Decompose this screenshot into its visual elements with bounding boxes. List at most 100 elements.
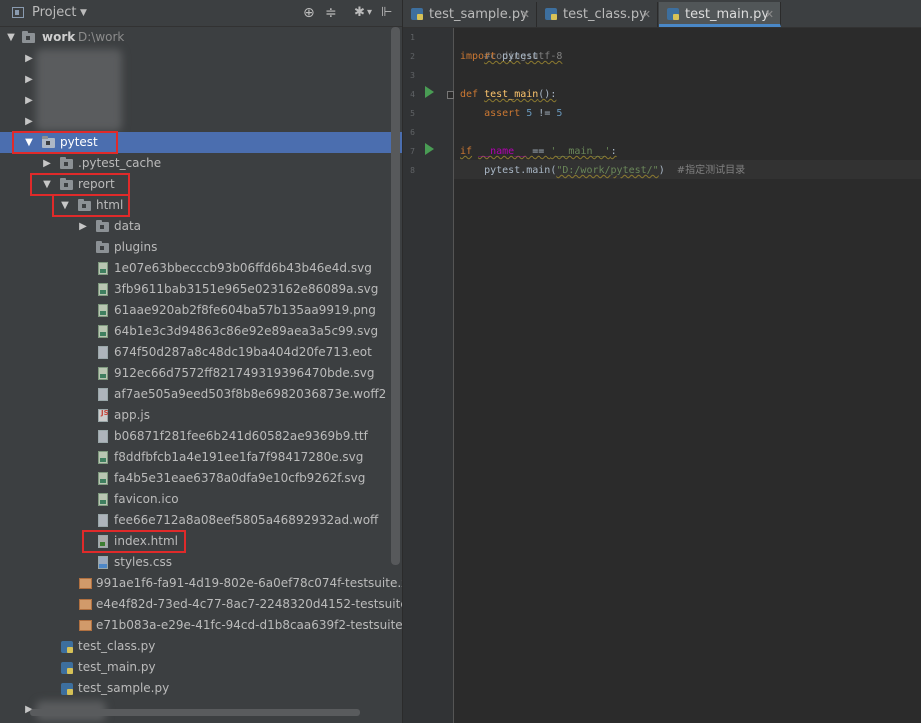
tree-file-py[interactable]: test_sample.py [0, 678, 402, 699]
tree-file[interactable]: 912ec66d7572ff821749319396470bde.svg [0, 363, 402, 384]
file-name: f8ddfbfcb1a4e191ee1fa7f98417280e.svg [114, 450, 364, 464]
file-name: 991ae1f6-fa91-4d19-802e-6a0ef78c074f-tes… [96, 576, 403, 590]
code-text: != [532, 108, 557, 119]
svg-file-icon [98, 283, 108, 296]
tree-file[interactable]: b06871f281fee6b241d60582ae9369b9.ttf [0, 426, 402, 447]
line-number: 3 [410, 71, 415, 80]
redacted-area [36, 49, 122, 131]
file-name: e71b083a-e29e-41fc-94cd-d1b8caa639f2-tes… [96, 618, 403, 632]
tree-file-py[interactable]: test_class.py [0, 636, 402, 657]
tree-file-xml[interactable]: e71b083a-e29e-41fc-94cd-d1b8caa639f2-tes… [0, 615, 402, 636]
xml-file-icon [79, 620, 92, 631]
expand-arrow-icon[interactable]: ▶ [24, 90, 34, 111]
code-text: (): [538, 89, 557, 100]
close-icon[interactable]: ✕ [642, 2, 651, 27]
file-name: test_main.py [78, 660, 156, 674]
fold-icon[interactable] [447, 91, 454, 99]
folder-name: plugins [114, 240, 158, 254]
image-file-icon [98, 304, 108, 317]
code-keyword: assert [484, 108, 521, 119]
file-name: test_sample.py [78, 681, 170, 695]
file-name: 674f50d287a8c48dc19ba404d20fe713.eot [114, 345, 372, 359]
tree-file[interactable]: af7ae505a9eed503f8b8e6982036873e.woff2 [0, 384, 402, 405]
vertical-scrollbar[interactable] [391, 27, 400, 565]
code-string: '__main__' [550, 146, 611, 157]
run-icon[interactable] [425, 143, 434, 155]
expand-arrow-icon[interactable]: ▶ [42, 153, 52, 174]
close-icon[interactable]: ✕ [765, 2, 774, 27]
folder-name: .pytest_cache [78, 156, 162, 170]
code-keyword: import [460, 51, 497, 62]
tree-file[interactable]: 3fb9611bab3151e965e023162e86089a.svg [0, 279, 402, 300]
python-file-icon [61, 683, 73, 695]
python-file-icon [411, 8, 423, 20]
css-file-icon [98, 556, 108, 569]
tab-label: test_class.py [563, 7, 647, 22]
gear-dropdown-icon[interactable]: ▾ [367, 0, 372, 26]
run-icon[interactable] [425, 86, 434, 98]
file-name: fee66e712a8a08eef5805a46892932ad.woff [114, 513, 379, 527]
tab-test-class[interactable]: test_class.py ✕ [537, 2, 658, 27]
file-name: app.js [114, 408, 150, 422]
tree-file[interactable]: favicon.ico [0, 489, 402, 510]
tree-folder-plugins[interactable]: plugins [0, 237, 402, 258]
horizontal-scrollbar[interactable] [30, 709, 360, 716]
tree-file[interactable]: 1e07e63bbecccb93b06ffd6b43b46e4d.svg [0, 258, 402, 279]
tree-file[interactable]: f8ddfbfcb1a4e191ee1fa7f98417280e.svg [0, 447, 402, 468]
python-file-icon [61, 641, 73, 653]
python-file-icon [667, 8, 679, 20]
project-view-title[interactable]: Project [32, 0, 76, 26]
tree-file-xml[interactable]: e4e4f82d-73ed-4c77-8ac7-2248320d4152-tes… [0, 594, 402, 615]
tree-file[interactable]: 674f50d287a8c48dc19ba404d20fe713.eot [0, 342, 402, 363]
folder-icon [96, 241, 109, 253]
tree-file[interactable]: 61aae920ab2f8fe604ba57b135aa9919.png [0, 300, 402, 321]
tree-file[interactable]: styles.css [0, 552, 402, 573]
expand-arrow-icon[interactable]: ▶ [24, 69, 34, 90]
tree-file-py[interactable]: test_main.py [0, 657, 402, 678]
project-view-dropdown-icon[interactable]: ▼ [80, 0, 87, 26]
tree-file[interactable]: app.js [0, 405, 402, 426]
collapse-icon[interactable]: ≑ [325, 0, 337, 26]
pin-icon[interactable]: ⊩ [381, 0, 392, 26]
expand-arrow-icon[interactable]: ▶ [24, 48, 34, 69]
project-toolbar: Project ▼ ⊕ ≑ ✱ ▾ ⊩ [0, 0, 402, 27]
unknown-file-icon [98, 346, 108, 359]
tree-file-xml[interactable]: 991ae1f6-fa91-4d19-802e-6a0ef78c074f-tes… [0, 573, 402, 594]
target-icon[interactable]: ⊕ [303, 0, 315, 26]
js-file-icon [98, 409, 109, 422]
folder-icon [22, 31, 35, 43]
tree-file[interactable]: 64b1e3c3d94863c86e92e89aea3a5c99.svg [0, 321, 402, 342]
folder-icon [60, 157, 73, 169]
highlight-box [52, 194, 130, 217]
code-function-name: test_main [484, 89, 539, 100]
tree-file[interactable]: fee66e712a8a08eef5805a46892932ad.woff [0, 510, 402, 531]
code-text: pytest.main( [484, 165, 557, 176]
code-text: pytest [496, 51, 539, 62]
tab-label: test_main.py [685, 7, 770, 22]
tree-file-index-html[interactable]: index.html [0, 531, 402, 552]
line-number: 7 [410, 147, 415, 156]
tab-test-main[interactable]: test_main.py ✕ [659, 2, 781, 27]
tree-folder-data[interactable]: ▶ data [0, 216, 402, 237]
tab-test-sample[interactable]: test_sample.py ✕ [403, 2, 537, 27]
code-line-2: import pytest [460, 47, 538, 66]
svg-file-icon [98, 451, 108, 464]
file-name: e4e4f82d-73ed-4c77-8ac7-2248320d4152-tes… [96, 597, 403, 611]
code-line-8: pytest.main("D:/work/pytest/") #指定测试目录 [460, 161, 745, 180]
highlight-box [30, 173, 130, 196]
close-icon[interactable]: ✕ [521, 2, 530, 27]
tree-file[interactable]: fa4b5e31eae6378a0dfa9e10cfb9262f.svg [0, 468, 402, 489]
tree-root-work[interactable]: ▼ work D:\work [0, 27, 402, 48]
gear-icon[interactable]: ✱ [354, 0, 365, 26]
code-line-1: #coding:utf-8 [460, 28, 562, 62]
file-name: b06871f281fee6b241d60582ae9369b9.ttf [114, 429, 368, 443]
tree-folder-pytest-cache[interactable]: ▶ .pytest_cache [0, 153, 402, 174]
code-editor[interactable]: 1 2 3 4 5 6 7 8 #coding:utf-8 import pyt… [403, 28, 921, 723]
file-name: 912ec66d7572ff821749319396470bde.svg [114, 366, 375, 380]
expand-arrow-icon[interactable]: ▶ [24, 111, 34, 132]
expand-arrow-icon[interactable]: ▶ [78, 216, 88, 237]
project-panel: Project ▼ ⊕ ≑ ✱ ▾ ⊩ ▼ work D:\work ▶ ▶ ▶… [0, 0, 403, 723]
line-number: 8 [410, 166, 415, 175]
expand-arrow-icon[interactable]: ▼ [6, 27, 16, 48]
code-string: "D:/work/pytest/" [556, 165, 659, 176]
